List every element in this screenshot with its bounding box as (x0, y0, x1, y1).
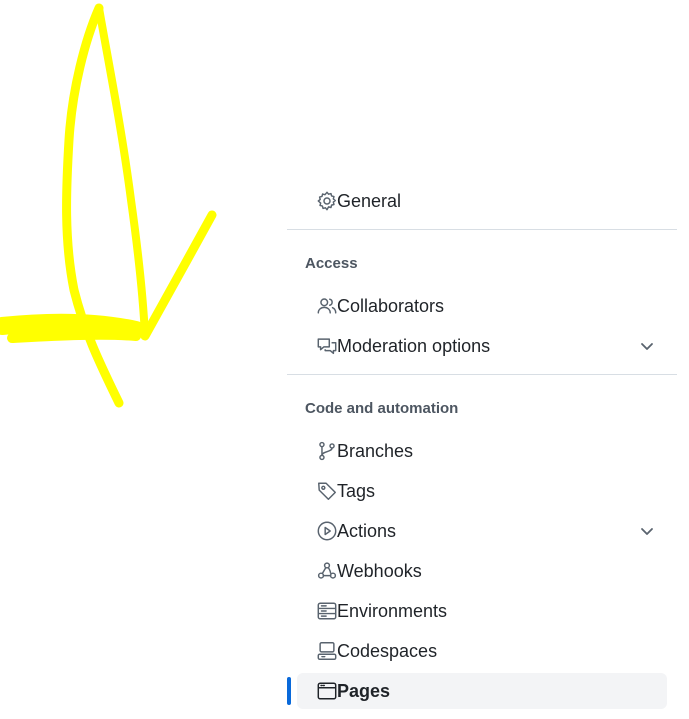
chevron-down-icon[interactable] (638, 337, 656, 355)
section-heading-code-and-automation: Code and automation (305, 400, 459, 417)
codespaces-icon (315, 639, 339, 663)
git-branch-icon (315, 439, 339, 463)
section-divider (287, 229, 677, 230)
sidebar-item-label: Tags (337, 480, 376, 501)
browser-icon (315, 679, 339, 703)
comment-discussion-icon (315, 334, 339, 358)
gear-icon (315, 189, 339, 213)
sidebar-item-general[interactable]: General (297, 183, 667, 219)
sidebar-item-label: Pages (337, 680, 391, 701)
sidebar-item-moderation-options[interactable]: Moderation options (297, 328, 667, 364)
sidebar-item-label: Branches (337, 440, 414, 461)
active-indicator (287, 677, 291, 705)
sidebar-item-codespaces[interactable]: Codespaces (297, 633, 667, 669)
chevron-down-icon[interactable] (638, 522, 656, 540)
sidebar-item-branches[interactable]: Branches (297, 433, 667, 469)
sidebar-item-webhooks[interactable]: Webhooks (297, 553, 667, 589)
section-divider (287, 374, 677, 375)
sidebar-item-label: Moderation options (337, 335, 491, 356)
sidebar-item-label: Codespaces (337, 640, 438, 661)
sidebar-item-collaborators[interactable]: Collaborators (297, 288, 667, 324)
sidebar-item-tags[interactable]: Tags (297, 473, 667, 509)
settings-sidebar: General Access Collaborators Moderation … (287, 0, 677, 719)
sidebar-item-label: General (337, 190, 402, 211)
sidebar-item-label: Actions (337, 520, 397, 541)
play-icon (315, 519, 339, 543)
sidebar-item-label: Environments (337, 600, 448, 621)
sidebar-item-label: Collaborators (337, 295, 445, 316)
sidebar-item-actions[interactable]: Actions (297, 513, 667, 549)
sidebar-item-label: Webhooks (337, 560, 422, 581)
server-icon (315, 599, 339, 623)
tag-icon (315, 479, 339, 503)
sidebar-item-pages[interactable]: Pages (297, 673, 667, 709)
section-heading-access: Access (305, 255, 358, 272)
people-icon (315, 294, 339, 318)
webhook-icon (315, 559, 339, 583)
sidebar-item-environments[interactable]: Environments (297, 593, 667, 629)
